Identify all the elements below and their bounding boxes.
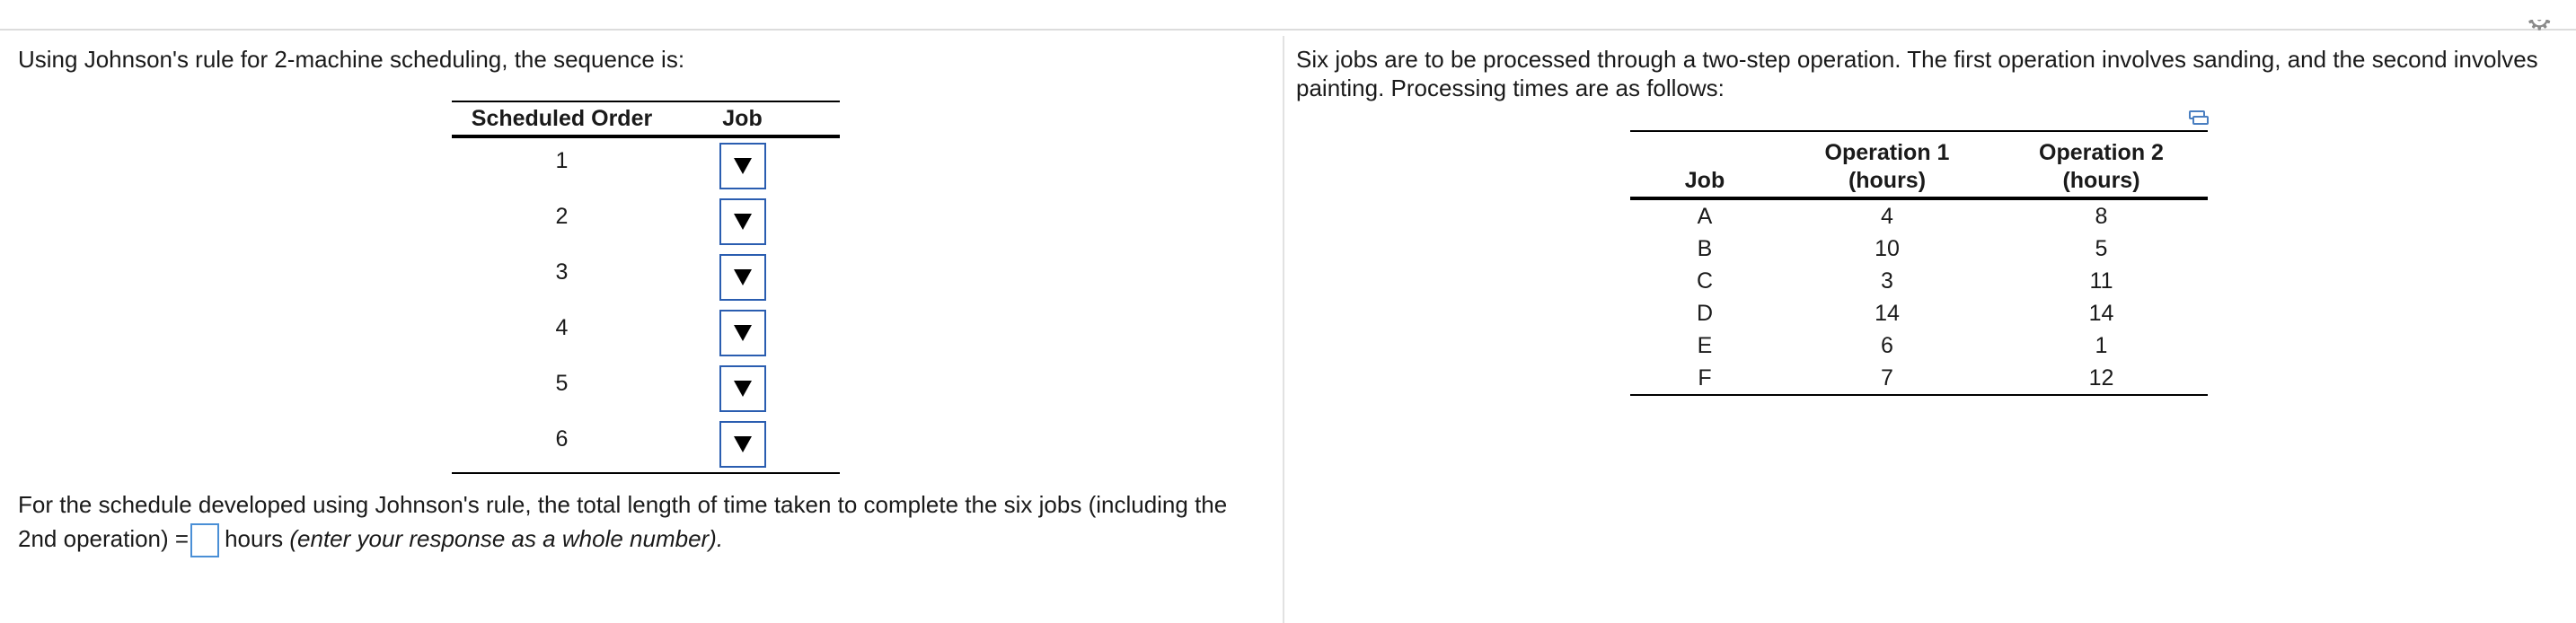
job-cell: A — [1697, 203, 1713, 229]
header-job: Job — [1684, 168, 1725, 193]
table-row: C 3 11 — [1630, 265, 2208, 297]
copy-to-clipboard-icon[interactable] — [2189, 110, 2209, 125]
top-rule — [0, 29, 2576, 31]
job-select-5[interactable] — [719, 365, 766, 412]
job-select-4[interactable] — [719, 310, 766, 356]
job-cell: F — [1698, 364, 1712, 390]
total-time-hint: (enter your response as a whole number). — [289, 525, 724, 552]
operation-1-cell: 3 — [1881, 268, 1893, 294]
total-time-input[interactable] — [190, 523, 220, 558]
scheduled-order-number: 2 — [555, 203, 569, 229]
table-row: A 4 8 — [1630, 200, 2208, 233]
job-cell: C — [1696, 268, 1714, 294]
operation-1-cell: 10 — [1875, 235, 1900, 261]
scheduled-order-number: 1 — [555, 147, 569, 173]
question-panel: Using Johnson's rule for 2-machine sched… — [18, 45, 1266, 558]
job-select-2[interactable] — [719, 198, 766, 245]
problem-intro: Six jobs are to be processed through a t… — [1296, 46, 2538, 101]
job-select-6[interactable] — [719, 421, 766, 468]
table-row: E 6 1 — [1630, 329, 2208, 362]
total-time-unit: hours — [225, 525, 284, 552]
operation-1-cell: 14 — [1875, 300, 1900, 326]
scheduled-order-number: 5 — [555, 370, 569, 396]
job-cell: D — [1696, 300, 1714, 326]
schedule-row: 3 — [452, 250, 840, 305]
scheduled-order-number: 6 — [555, 426, 569, 452]
processing-times-table: Job Operation 1 (hours) Operation 2 (hours… — [1630, 130, 2208, 396]
operation-1-cell: 4 — [1881, 203, 1893, 229]
dropdown-arrow-icon — [733, 158, 752, 174]
problem-panel: Six jobs are to be processed through a t… — [1296, 45, 2563, 396]
scheduled-order-number: 4 — [555, 314, 569, 340]
operation-1-cell: 6 — [1881, 332, 1893, 358]
header-operation-2: Operation 2 (hours) — [2039, 140, 2164, 193]
processing-table-header: Job Operation 1 (hours) Operation 2 (hours… — [1630, 132, 2208, 200]
header-operation-1: Operation 1 (hours) — [1824, 140, 1950, 193]
schedule-row: 2 — [452, 194, 840, 250]
gear-icon[interactable]: ⚙ — [2526, 20, 2558, 32]
table-row: F 7 12 — [1630, 362, 2208, 394]
operation-2-cell: 12 — [2088, 364, 2114, 390]
scheduled-order-number: 3 — [555, 259, 569, 285]
schedule-row: 1 — [452, 138, 840, 194]
operation-2-cell: 5 — [2095, 235, 2108, 261]
schedule-row: 6 — [452, 417, 840, 472]
sequence-question: Using Johnson's rule for 2-machine sched… — [18, 46, 685, 73]
dropdown-arrow-icon — [733, 436, 752, 452]
dropdown-arrow-icon — [733, 269, 752, 285]
job-cell: E — [1697, 332, 1713, 358]
header-job: Job — [722, 105, 763, 131]
schedule-table-bottom-rule — [452, 472, 840, 474]
operation-2-cell: 14 — [2088, 300, 2114, 326]
operation-2-cell: 1 — [2095, 332, 2108, 358]
processing-table-bottom-rule — [1630, 394, 2208, 396]
operation-2-cell: 8 — [2095, 203, 2108, 229]
job-select-3[interactable] — [719, 254, 766, 301]
job-cell: B — [1697, 235, 1713, 261]
dropdown-arrow-icon — [733, 214, 752, 230]
panel-divider — [1283, 36, 1284, 623]
dropdown-arrow-icon — [733, 325, 752, 341]
schedule-row: 5 — [452, 361, 840, 417]
schedule-table-header: Scheduled Order Job — [452, 101, 840, 138]
operation-1-cell: 7 — [1881, 364, 1893, 390]
operation-2-cell: 11 — [2089, 268, 2113, 294]
dropdown-arrow-icon — [733, 381, 752, 397]
schedule-row: 4 — [452, 305, 840, 361]
total-time-question: For the schedule developed using Johnson… — [18, 487, 1266, 558]
header-scheduled-order: Scheduled Order — [471, 105, 653, 131]
job-select-1[interactable] — [719, 143, 766, 189]
schedule-table: Scheduled Order Job 1 2 3 4 5 6 — [452, 101, 840, 474]
table-row: B 10 5 — [1630, 233, 2208, 265]
table-row: D 14 14 — [1630, 297, 2208, 329]
